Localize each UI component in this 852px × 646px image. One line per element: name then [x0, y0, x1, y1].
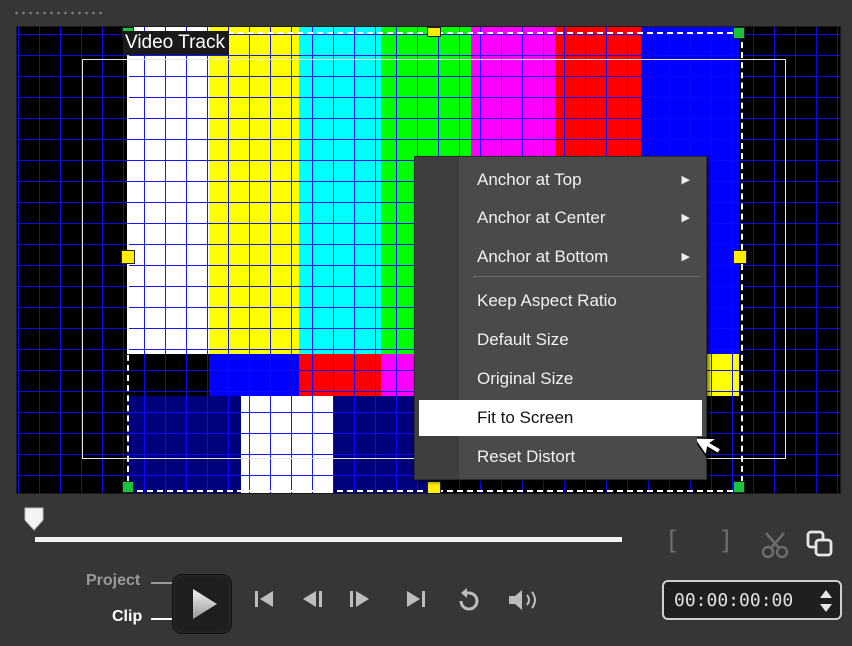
menu-item-label: Default Size: [477, 330, 569, 349]
timecode-spinner-icon[interactable]: [818, 586, 834, 616]
resize-handle-middle-left[interactable]: [121, 250, 135, 264]
scissors-icon[interactable]: [760, 530, 790, 560]
volume-icon[interactable]: [506, 587, 542, 613]
previous-frame-icon[interactable]: [300, 587, 328, 611]
play-button[interactable]: [172, 574, 232, 634]
resize-handle-middle-right[interactable]: [733, 250, 747, 264]
menu-item-default-size[interactable]: Default Size: [415, 322, 706, 358]
submenu-arrow-icon: ▶: [681, 212, 690, 224]
play-icon: [193, 589, 217, 619]
low-white: [241, 396, 333, 493]
menu-item-fit-to-screen[interactable]: Fit to Screen: [419, 400, 702, 436]
menu-item-label: Keep Aspect Ratio: [477, 291, 617, 310]
menu-item-label: Anchor at Top: [477, 170, 582, 189]
go-to-end-icon[interactable]: [404, 587, 428, 611]
next-frame-icon[interactable]: [346, 587, 374, 611]
submenu-arrow-icon: ▶: [681, 174, 690, 186]
resize-handle-top-right[interactable]: [733, 27, 745, 39]
menu-item-reset-distort[interactable]: Reset Distort: [415, 439, 706, 475]
mouse-pointer-icon: [697, 436, 723, 458]
panel-grip[interactable]: [13, 10, 103, 16]
repeat-icon[interactable]: [454, 587, 484, 613]
bracket-left-icon[interactable]: [: [668, 526, 678, 556]
timecode-value[interactable]: 00:00:00:00: [674, 590, 793, 611]
mid-blue: [209, 354, 299, 396]
bar-white: [127, 27, 209, 354]
mid-yellow: [707, 354, 739, 396]
timecode-field[interactable]: 00:00:00:00: [662, 580, 842, 620]
go-to-start-icon[interactable]: [252, 587, 276, 611]
mid-black: [127, 354, 209, 396]
menu-item-label: Anchor at Bottom: [477, 247, 609, 266]
clip-connector: [151, 618, 173, 620]
menu-item-label: Fit to Screen: [477, 408, 574, 427]
menu-separator: [473, 276, 700, 277]
menu-item-anchor-center[interactable]: Anchor at Center ▶: [415, 200, 706, 236]
bar-yellow: [209, 27, 299, 354]
resize-handle-bottom-right[interactable]: [733, 481, 745, 493]
bar-cyan: [299, 27, 381, 354]
clip-mode-label[interactable]: Clip: [112, 608, 142, 626]
copy-icon[interactable]: [805, 529, 835, 559]
menu-item-keep-aspect-ratio[interactable]: Keep Aspect Ratio: [415, 283, 706, 319]
menu-item-label: Original Size: [477, 369, 574, 388]
resize-handle-top-center[interactable]: [427, 27, 441, 37]
menu-item-label: Reset Distort: [477, 447, 576, 466]
resize-handle-bottom-left[interactable]: [122, 481, 134, 493]
menu-item-original-size[interactable]: Original Size: [415, 361, 706, 397]
low-navy: [127, 396, 241, 493]
project-mode-label[interactable]: Project: [86, 572, 140, 590]
scrubber-track[interactable]: [35, 537, 622, 542]
resize-handle-bottom-center[interactable]: [427, 481, 441, 493]
menu-item-label: Anchor at Center: [477, 208, 606, 227]
menu-item-anchor-bottom[interactable]: Anchor at Bottom ▶: [415, 239, 706, 275]
project-connector: [151, 582, 173, 584]
scrubber-handle[interactable]: [23, 506, 45, 532]
track-label: Video Track: [123, 31, 229, 55]
menu-item-anchor-top[interactable]: Anchor at Top ▶: [415, 162, 706, 198]
submenu-arrow-icon: ▶: [681, 251, 690, 263]
bracket-right-icon[interactable]: ]: [720, 526, 730, 556]
mid-red: [299, 354, 381, 396]
context-menu: Anchor at Top ▶ Anchor at Center ▶ Ancho…: [414, 156, 707, 480]
